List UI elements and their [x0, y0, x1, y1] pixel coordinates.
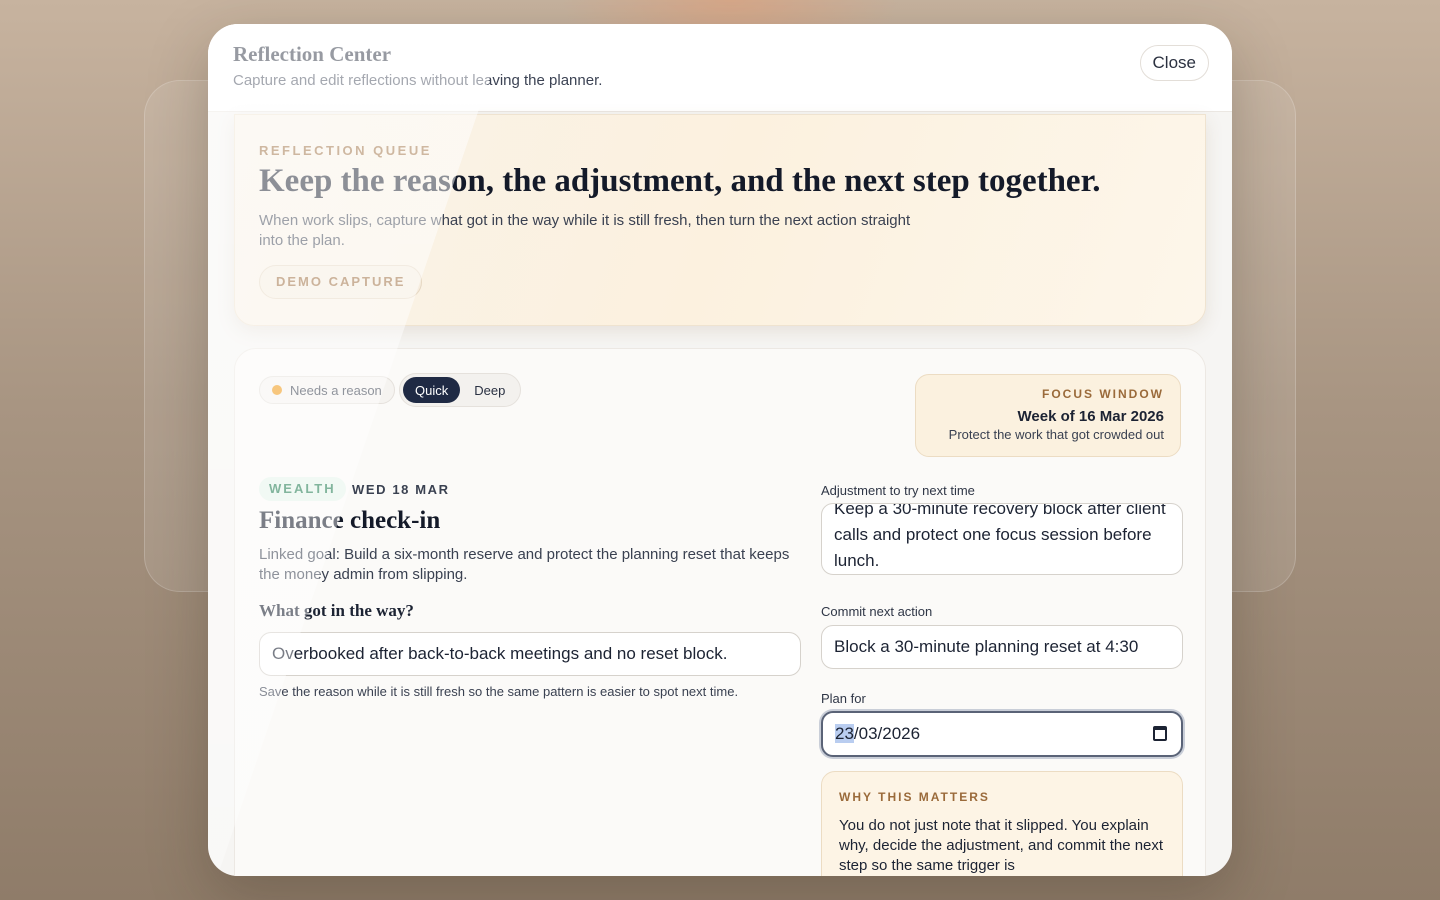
modal-subtitle: Capture and edit reflections without lea…: [233, 72, 603, 89]
mode-toggle: Quick Deep: [399, 373, 522, 407]
reflection-queue-hero: REFLECTION QUEUE Keep the reason, the ad…: [234, 114, 1206, 326]
hero-description: When work slips, capture what got in the…: [259, 212, 911, 249]
reflection-modal: Reflection Center Capture and edit refle…: [208, 24, 1232, 876]
status-dot-icon: [272, 385, 282, 395]
adjustment-textarea[interactable]: Keep a 30-minute recovery block after cl…: [821, 503, 1183, 575]
modal-title: Reflection Center: [233, 42, 392, 66]
reflection-card: Needs a reason Quick Deep FOCUS WINDOW W…: [234, 348, 1206, 876]
task-title: Finance check-in: [259, 507, 441, 534]
commit-input[interactable]: Block a 30-minute planning reset at 4:30: [821, 625, 1183, 669]
reason-hint: Save the reason while it is still fresh …: [259, 684, 739, 699]
modal-header: Reflection Center Capture and edit refle…: [208, 24, 1232, 112]
close-button[interactable]: Close: [1139, 45, 1209, 81]
reason-input[interactable]: [259, 632, 801, 676]
why-text: You do not just note that it slipped. Yo…: [839, 817, 1164, 874]
commit-label: Commit next action: [821, 604, 933, 619]
mode-deep-button[interactable]: Deep: [462, 377, 517, 403]
focus-note: Protect the work that got crowded out: [948, 427, 1164, 442]
plan-for-label: Plan for: [821, 691, 866, 706]
reason-question: What got in the way?: [259, 601, 414, 620]
hero-eyebrow: REFLECTION QUEUE: [259, 143, 432, 158]
adjustment-value: Keep a 30-minute recovery block after cl…: [834, 503, 1166, 570]
demo-capture-button[interactable]: DEMO CAPTURE: [259, 265, 423, 299]
adjustment-label: Adjustment to try next time: [821, 483, 975, 498]
status-badge: Needs a reason: [259, 376, 395, 404]
status-label: Needs a reason: [290, 382, 382, 398]
plan-for-date-input[interactable]: 23/03/2026: [821, 711, 1183, 757]
focus-eyebrow: FOCUS WINDOW: [1042, 387, 1164, 401]
date-day-segment: 23: [835, 724, 854, 743]
calendar-icon[interactable]: [1153, 726, 1167, 741]
why-eyebrow: WHY THIS MATTERS: [839, 790, 990, 804]
focus-window: FOCUS WINDOW Week of 16 Mar 2026 Protect…: [915, 374, 1181, 457]
focus-week: Week of 16 Mar 2026: [1017, 408, 1164, 425]
task-date: WED 18 MAR: [352, 482, 450, 497]
mode-quick-button[interactable]: Quick: [403, 377, 461, 403]
date-rest-segment: /03/2026: [853, 724, 921, 743]
linked-goal: Linked goal: Build a six-month reserve a…: [259, 546, 790, 583]
category-badge: WEALTH: [259, 477, 346, 501]
why-this-matters: WHY THIS MATTERS You do not just note th…: [821, 771, 1183, 876]
hero-title: Keep the reason, the adjustment, and the…: [259, 163, 1101, 199]
